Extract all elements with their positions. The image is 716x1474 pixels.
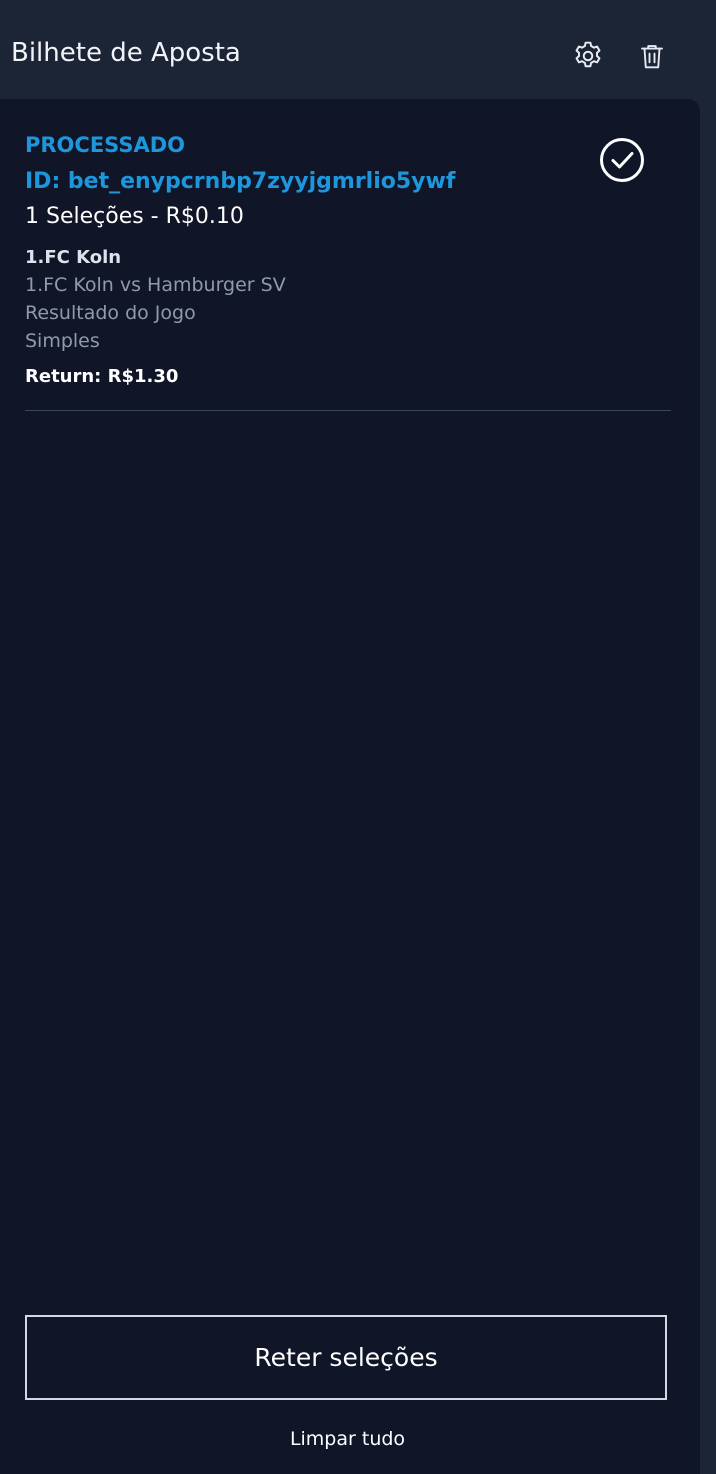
- retain-selections-button[interactable]: Reter seleções: [25, 1315, 667, 1400]
- bet-slip-header: Bilhete de Aposta: [0, 0, 716, 100]
- check-circle-icon: [600, 138, 644, 182]
- gear-icon: [575, 41, 601, 68]
- potential-return: Return: R$1.30: [25, 366, 179, 387]
- selection-team: 1.FC Koln: [25, 247, 122, 268]
- bet-id: ID: bet_enypcrnbp7zyyjgmrlio5ywf: [25, 169, 456, 194]
- settings-button[interactable]: [570, 38, 606, 74]
- trash-icon: [641, 45, 663, 69]
- delete-button[interactable]: [634, 38, 670, 74]
- divider: [25, 410, 671, 411]
- bet-type: Simples: [25, 330, 100, 352]
- clear-all-button[interactable]: Limpar tudo: [0, 1428, 695, 1450]
- page-title: Bilhete de Aposta: [11, 38, 241, 68]
- bet-status: PROCESSADO: [25, 133, 186, 157]
- selection-match: 1.FC Koln vs Hamburger SV: [25, 274, 286, 296]
- bet-slip: Bilhete de Aposta PROCESSADO ID: bet_eny…: [0, 0, 716, 1474]
- bet-summary: 1 Seleções - R$0.10: [25, 204, 244, 229]
- selection-market: Resultado do Jogo: [25, 302, 196, 324]
